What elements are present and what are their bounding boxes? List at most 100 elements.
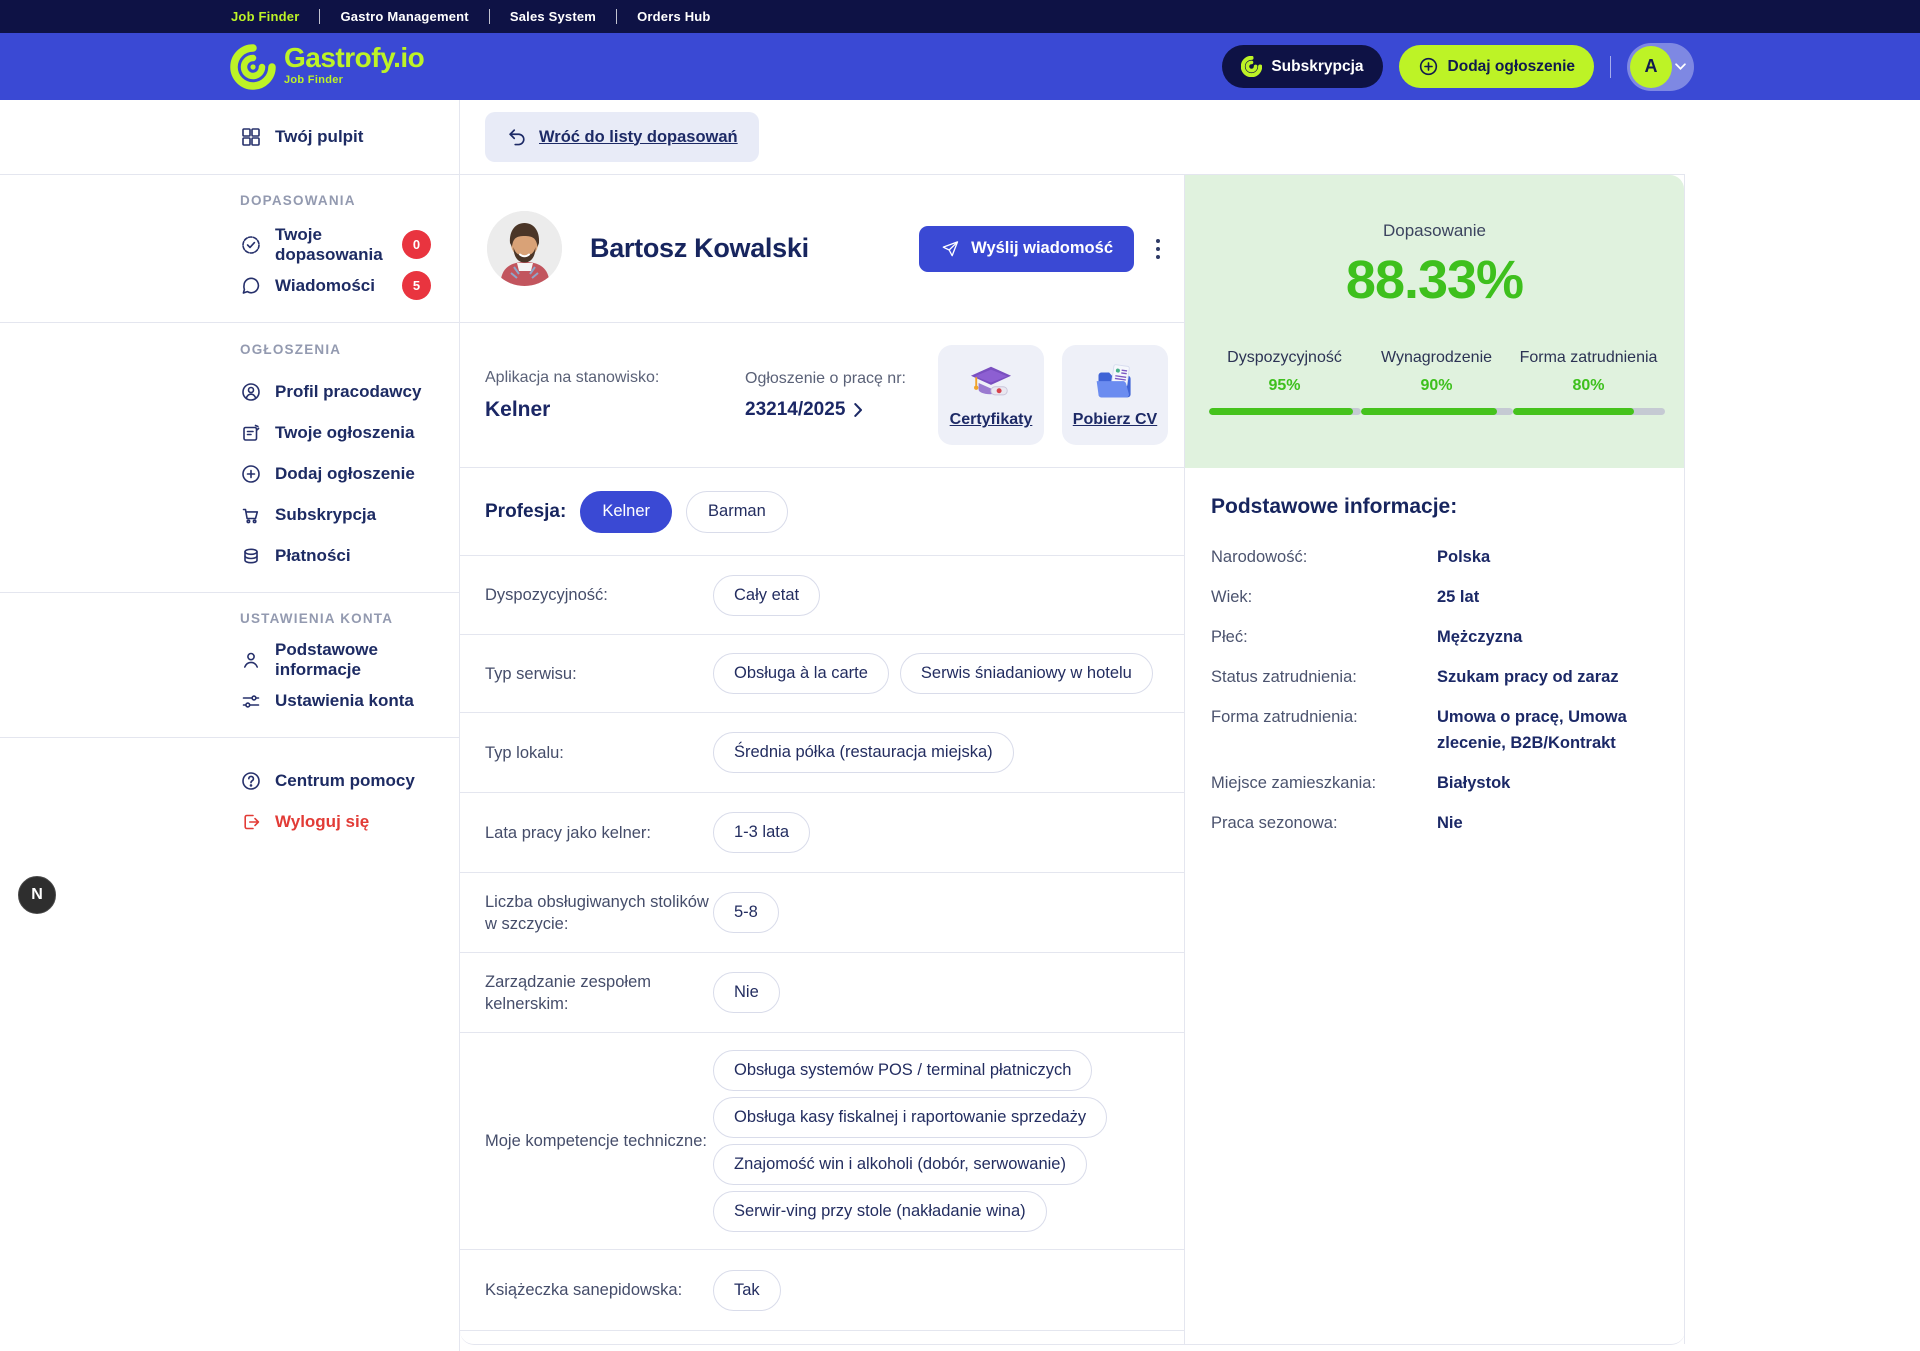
account-menu[interactable]: A (1627, 43, 1694, 91)
application-summary: Aplikacja na stanowisko: Kelner Ogłoszen… (460, 323, 1184, 468)
profession-label: Profesja: (485, 501, 566, 523)
sidebar-item-label: Płatności (275, 546, 351, 566)
more-options-button[interactable] (1140, 233, 1176, 265)
cart-icon (240, 504, 262, 526)
info-row-gender: Płeć: Mężczyzna (1211, 624, 1660, 650)
metric-percent: 95% (1268, 377, 1300, 395)
sidebar-item-your-listings[interactable]: Twoje ogłoszenia (240, 412, 431, 453)
cv-folder-icon (1093, 361, 1137, 403)
brand-logo[interactable]: Gastrofy.io Job Finder (230, 44, 424, 90)
person-icon (240, 649, 262, 671)
match-title: Dopasowanie (1383, 221, 1486, 241)
info-row-seasonal-work: Praca sezonowa: Nie (1211, 810, 1660, 836)
matches-count-badge: 0 (402, 230, 431, 259)
candidate-name: Bartosz Kowalski (590, 233, 809, 264)
sidebar-item-account-settings[interactable]: Ustawienia konta (240, 680, 431, 721)
sliders-icon (240, 690, 262, 712)
coins-icon (240, 545, 262, 567)
send-message-button[interactable]: Wyślij wiadomość (919, 226, 1134, 272)
brand-name: Gastrofy.io (284, 44, 424, 72)
info-row-age: Wiek: 25 lat (1211, 584, 1660, 610)
attribute-pill: Obsługa à la carte (713, 653, 889, 694)
sidebar-item-help-center[interactable]: Centrum pomocy (240, 760, 431, 801)
back-button-label: Wróć do listy dopasowań (539, 128, 738, 147)
sidebar-item-label: Profil pracodawcy (275, 382, 421, 402)
metric-label: Dyspozycyjność (1227, 349, 1342, 367)
metric-availability: Dyspozycyjność 95% (1209, 349, 1361, 415)
profession-chip-barman[interactable]: Barman (686, 491, 788, 533)
brand-subtitle: Job Finder (284, 75, 424, 86)
sidebar-section-matches: DOPASOWANIA (240, 193, 431, 208)
back-to-matches-button[interactable]: Wróć do listy dopasowań (485, 112, 759, 162)
add-listing-button[interactable]: Dodaj ogłoszenie (1399, 45, 1594, 88)
attribute-row-service-type: Typ serwisu: Obsługa à la carte Serwis ś… (460, 635, 1184, 713)
avatar: A (1630, 46, 1672, 88)
nav-item-job-finder[interactable]: Job Finder (231, 9, 319, 24)
attribute-pill: Obsługa systemów POS / terminal płatnicz… (713, 1050, 1092, 1091)
nav-item-gastro-management[interactable]: Gastro Management (320, 9, 488, 24)
sidebar-item-logout[interactable]: Wyloguj się (240, 801, 431, 842)
sidebar-item-label: Centrum pomocy (275, 771, 415, 791)
candidate-card: Bartosz Kowalski Wyślij wiadomość (460, 175, 1685, 1345)
sidebar-item-label: Wiadomości (275, 276, 375, 296)
certificates-card[interactable]: Certyfikaty (938, 345, 1044, 445)
metric-employment-form: Forma zatrudnienia 80% (1513, 349, 1665, 415)
listing-number-label: Ogłoszenie o pracę nr: (745, 370, 906, 388)
sidebar: Twój pulpit DOPASOWANIA Twoje dopasowani… (0, 100, 460, 1351)
dev-tools-badge[interactable]: N (18, 876, 56, 914)
attribute-pill: 5-8 (713, 892, 779, 933)
nav-item-orders-hub[interactable]: Orders Hub (617, 9, 731, 24)
progress-bar (1209, 408, 1361, 415)
sidebar-item-messages[interactable]: Wiadomości 5 (240, 265, 431, 306)
listing-document-icon (240, 422, 262, 444)
attribute-row-team-management: Zarządzanie zespołem kelnerskim: Nie (460, 953, 1184, 1033)
attribute-label: Lata pracy jako kelner: (485, 822, 713, 844)
attribute-row-venue-type: Typ lokalu: Średnia półka (restauracja m… (460, 713, 1184, 793)
sidebar-item-basic-info[interactable]: Podstawowe informacje (240, 639, 431, 680)
sidebar-item-employer-profile[interactable]: Profil pracodawcy (240, 371, 431, 412)
gastrofy-mini-spiral-icon (1241, 56, 1262, 77)
user-circle-icon (240, 381, 262, 403)
undo-arrow-icon (506, 126, 528, 148)
sidebar-section-account-settings: USTAWIENIA KONTA (240, 611, 431, 626)
metric-label: Forma zatrudnienia (1520, 349, 1658, 367)
certificates-label: Certyfikaty (950, 411, 1033, 429)
logout-icon (240, 811, 262, 833)
sidebar-item-payments[interactable]: Płatności (240, 535, 431, 576)
sidebar-item-label: Twoje dopasowania (275, 225, 389, 265)
sidebar-item-dashboard[interactable]: Twój pulpit (240, 126, 363, 148)
attribute-label: Liczba obsługiwanych stolików w szczycie… (485, 891, 713, 935)
progress-bar (1361, 408, 1513, 415)
sidebar-item-label: Subskrypcja (275, 505, 376, 525)
attribute-row-sanitary-book: Książeczka sanepidowska: Tak (460, 1250, 1184, 1331)
attribute-pill: Serwir-ving przy stole (nakładanie wina) (713, 1191, 1047, 1232)
attribute-label: Typ serwisu: (485, 663, 713, 685)
application-position-label: Aplikacja na stanowisko: (485, 369, 720, 387)
download-cv-label: Pobierz CV (1073, 411, 1157, 429)
profession-row: Profesja: Kelner Barman (460, 468, 1184, 556)
application-position-value: Kelner (485, 398, 720, 422)
sidebar-item-add-listing[interactable]: Dodaj ogłoszenie (240, 453, 431, 494)
metric-label: Wynagrodzenie (1381, 349, 1492, 367)
nav-item-sales-system[interactable]: Sales System (490, 9, 616, 24)
sidebar-item-matches[interactable]: Twoje dopasowania 0 (240, 224, 431, 265)
profession-chip-kelner[interactable]: Kelner (580, 491, 672, 533)
chevron-right-icon (854, 403, 863, 417)
metric-percent: 80% (1572, 377, 1604, 395)
attribute-label: Dyspozycyjność: (485, 584, 713, 606)
sidebar-item-label: Ustawienia konta (275, 691, 414, 711)
gastrofy-spiral-icon (230, 44, 276, 90)
subscription-label: Subskrypcja (1271, 58, 1363, 76)
download-cv-card[interactable]: Pobierz CV (1062, 345, 1168, 445)
page: Job Finder Gastro Management Sales Syste… (0, 0, 1920, 1351)
metric-salary: Wynagrodzenie 90% (1361, 349, 1513, 415)
subscription-button[interactable]: Subskrypcja (1222, 45, 1382, 88)
attribute-pill: Obsługa kasy fiskalnej i raportowanie sp… (713, 1097, 1107, 1138)
grid-icon (240, 126, 262, 148)
match-percentage: 88.33% (1346, 249, 1523, 311)
attribute-row-experience-years: Lata pracy jako kelner: 1-3 lata (460, 793, 1184, 873)
listing-number-link[interactable]: 23214/2025 (745, 399, 906, 421)
sidebar-item-subscription[interactable]: Subskrypcja (240, 494, 431, 535)
messages-count-badge: 5 (402, 271, 431, 300)
attribute-label: Typ lokalu: (485, 742, 713, 764)
